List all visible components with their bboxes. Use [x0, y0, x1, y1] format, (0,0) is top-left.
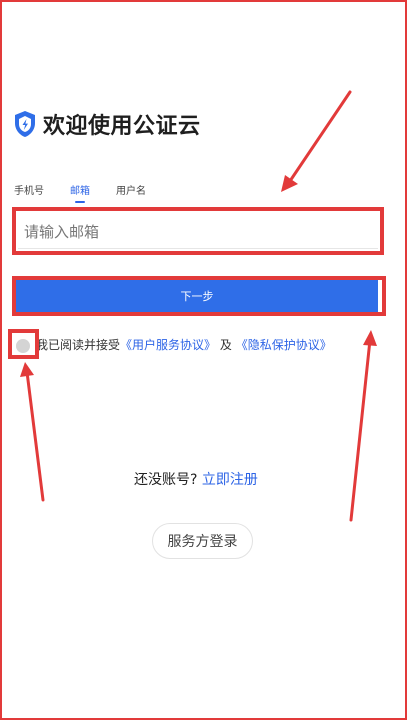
arrow-to-button-icon — [349, 330, 377, 522]
arrow-to-radio-icon — [20, 362, 45, 502]
annotation-arrows — [20, 90, 377, 522]
arrow-to-input-icon — [281, 90, 352, 192]
